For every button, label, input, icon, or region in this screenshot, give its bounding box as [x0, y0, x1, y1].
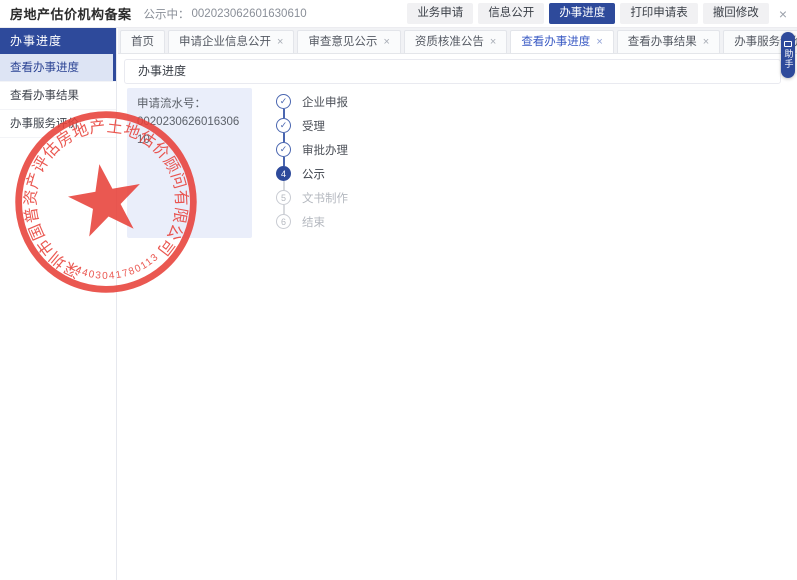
- step-circle: 5: [276, 190, 291, 205]
- tab-label: 首页: [131, 31, 154, 53]
- tab-close-icon[interactable]: ×: [383, 37, 389, 48]
- timeline-step: 6 结束: [276, 214, 348, 229]
- page-title: 房地产估价机构备案: [10, 4, 132, 23]
- serial-label: 申请流水号：: [137, 96, 242, 114]
- step-label: 结束: [302, 214, 325, 230]
- header-actions: 业务申请信息公开办事进度打印申请表撤回修改: [407, 3, 769, 24]
- header-action-button[interactable]: 信息公开: [478, 3, 544, 24]
- step-circle: ✓: [276, 94, 291, 109]
- tab[interactable]: 资质核准公告 ×: [404, 30, 507, 53]
- tab-label: 申请企业信息公开: [179, 31, 271, 53]
- main-content: 办事进度 申请流水号： 002023062601630610 ✓ 企业申报 ✓ …: [118, 54, 797, 580]
- panel-title: 办事进度: [124, 59, 781, 84]
- app-window: 房地产估价机构备案 公示中： 002023062601630610 业务申请信息…: [0, 0, 797, 580]
- tab-close-icon[interactable]: ×: [703, 37, 709, 48]
- header-action-button[interactable]: 撤回修改: [703, 3, 769, 24]
- step-label: 公示: [302, 166, 325, 182]
- step-connector: [283, 109, 285, 118]
- header-action-button[interactable]: 业务申请: [407, 3, 473, 24]
- sidebar-title: 办事进度: [0, 28, 116, 54]
- tab-label: 审查意见公示: [308, 31, 377, 53]
- assistant-button[interactable]: 助手: [781, 32, 795, 78]
- sidebar-items: 查看办事进度查看办事结果办事服务评价: [0, 54, 116, 138]
- serial-number-box: 申请流水号： 002023062601630610: [127, 88, 252, 238]
- step-connector: [283, 181, 285, 190]
- header-action-button[interactable]: 办事进度: [549, 3, 615, 24]
- tab[interactable]: 审查意见公示 ×: [297, 30, 400, 53]
- step-circle: ✓: [276, 118, 291, 133]
- timeline-step: 4 公示: [276, 166, 348, 181]
- assistant-label: 助手: [784, 49, 793, 69]
- serial-value: 002023062601630610: [137, 114, 242, 150]
- status-serial-number: 002023062601630610: [192, 8, 307, 20]
- sidebar-item[interactable]: 查看办事结果: [0, 82, 116, 110]
- status-badge: 公示中： 002023062601630610: [144, 6, 307, 22]
- step-connector: [283, 133, 285, 142]
- sidebar-item[interactable]: 查看办事进度: [0, 54, 116, 82]
- timeline-step: ✓ 审批办理: [276, 142, 348, 157]
- status-label: 公示中：: [144, 6, 190, 22]
- tab[interactable]: 查看办事进度 ×: [510, 30, 613, 53]
- tab-label: 查看办事结果: [628, 31, 697, 53]
- timeline-step: ✓ 企业申报: [276, 94, 348, 109]
- step-circle: ✓: [276, 142, 291, 157]
- tab-close-icon[interactable]: ×: [277, 37, 283, 48]
- tab-label: 查看办事进度: [521, 31, 590, 53]
- sidebar: 办事进度 查看办事进度查看办事结果办事服务评价: [0, 28, 117, 580]
- tab-close-icon[interactable]: ×: [490, 37, 496, 48]
- close-icon[interactable]: ×: [779, 7, 787, 21]
- step-label: 企业申报: [302, 94, 348, 110]
- timeline-step: 5 文书制作: [276, 190, 348, 205]
- step-label: 文书制作: [302, 190, 348, 206]
- timeline-step: ✓ 受理: [276, 118, 348, 133]
- step-connector: [283, 157, 285, 166]
- tab-close-icon[interactable]: ×: [596, 37, 602, 48]
- progress-timeline: ✓ 企业申报 ✓ 受理 ✓ 审批办理 4 公示 5 文书制作 6 结束: [276, 94, 348, 229]
- tab[interactable]: 首页: [120, 30, 165, 53]
- tab-bar: 首页 申请企业信息公开 × 审查意见公示 × 资质核准公告 × 查看办事进度 ×…: [118, 28, 797, 54]
- tab[interactable]: 查看办事结果 ×: [617, 30, 720, 53]
- monitor-icon: [784, 41, 792, 47]
- tab[interactable]: 申请企业信息公开 ×: [168, 30, 294, 53]
- step-connector: [283, 205, 285, 214]
- step-circle: 6: [276, 214, 291, 229]
- step-label: 受理: [302, 118, 325, 134]
- tab-label: 资质核准公告: [415, 31, 484, 53]
- header-action-button[interactable]: 打印申请表: [620, 3, 698, 24]
- step-circle: 4: [276, 166, 291, 181]
- top-header: 房地产估价机构备案 公示中： 002023062601630610 业务申请信息…: [0, 0, 797, 28]
- step-label: 审批办理: [302, 142, 348, 158]
- sidebar-item[interactable]: 办事服务评价: [0, 110, 116, 138]
